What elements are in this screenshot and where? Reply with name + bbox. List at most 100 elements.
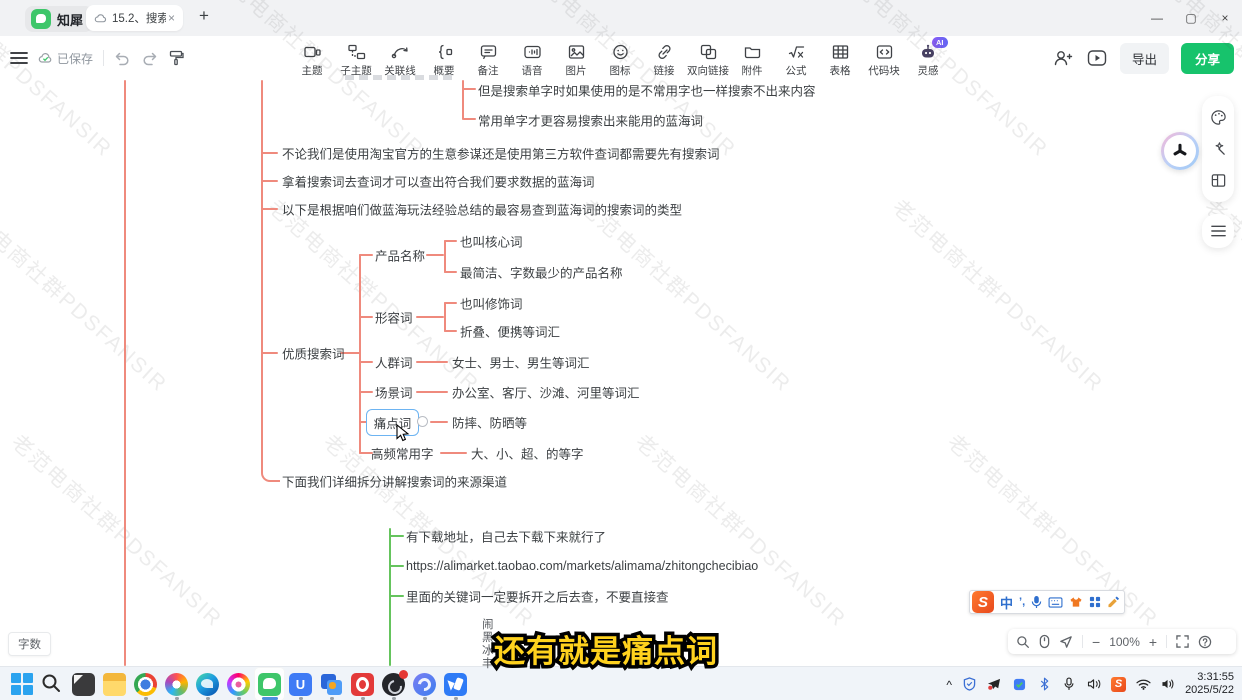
- share-button[interactable]: 分享: [1181, 43, 1234, 74]
- mindmap-node[interactable]: 下面我们详细拆分讲解搜索词的来源渠道: [282, 472, 507, 491]
- taskbar-windows-overlap-app[interactable]: [316, 667, 347, 700]
- toolbar-item-summary[interactable]: 概要: [422, 38, 466, 78]
- toolbar-item-image[interactable]: 图片: [554, 38, 598, 78]
- mindmap-node-selected[interactable]: 痛点词: [366, 409, 419, 436]
- zoom-in-button[interactable]: +: [1149, 635, 1157, 649]
- fit-screen-icon[interactable]: [1176, 635, 1189, 648]
- collapse-handle[interactable]: [417, 416, 428, 427]
- wifi-icon[interactable]: [1135, 679, 1151, 690]
- tray-chevron-icon[interactable]: ^: [946, 678, 952, 692]
- maximize-button[interactable]: ▢: [1174, 0, 1208, 36]
- mindmap-node[interactable]: 也叫核心词: [460, 232, 523, 251]
- taskbar-obs-studio[interactable]: [378, 667, 409, 700]
- zoom-out-button[interactable]: −: [1092, 635, 1100, 649]
- toolbar-item-formula[interactable]: 公式: [774, 38, 818, 78]
- toolbar-item-bilink[interactable]: 双向链接: [686, 38, 730, 78]
- mindmap-node[interactable]: https://alimarket.taobao.com/markets/ali…: [406, 559, 758, 573]
- document-tab[interactable]: 15.2、搜索... ×: [86, 5, 183, 31]
- undo-icon[interactable]: [114, 51, 131, 66]
- mindmap-node[interactable]: 形容词: [375, 308, 413, 327]
- taskbar-paper-plane-app[interactable]: [440, 667, 471, 700]
- mindmap-node[interactable]: 场景词: [375, 383, 413, 402]
- redo-icon[interactable]: [141, 51, 158, 66]
- presentation-icon[interactable]: [1086, 48, 1108, 68]
- taskbar-dark-app[interactable]: [68, 667, 99, 700]
- ime-punct-toggle[interactable]: ’,: [1019, 596, 1025, 608]
- bluetooth-icon[interactable]: [1036, 677, 1052, 691]
- mindmap-node[interactable]: 以下是根据咱们做蓝海玩法经验总结的最容易查到蓝海词的搜索词的类型: [282, 200, 682, 219]
- toolbar-item-code[interactable]: 代码块: [862, 38, 906, 78]
- new-tab-button[interactable]: +: [199, 6, 209, 26]
- tab-close-icon[interactable]: ×: [166, 11, 177, 25]
- ime-mic-icon[interactable]: [1031, 595, 1042, 609]
- app-logo[interactable]: 知犀: [25, 6, 93, 32]
- mindmap-node[interactable]: 拿着搜索词去查词才可以查出符合我们要求数据的蓝海词: [282, 172, 595, 191]
- taskbar-start-button[interactable]: [6, 667, 37, 700]
- mindmap-canvas[interactable]: [0, 80, 1242, 666]
- layout-icon[interactable]: [1210, 172, 1227, 189]
- taskbar-clock[interactable]: 3:31:55 2025/5/22: [1185, 671, 1238, 697]
- mindmap-node[interactable]: 优质搜索词: [282, 344, 345, 363]
- mindmap-node[interactable]: 但是搜索单字时如果使用的是不常用字也一样搜索不出来内容: [478, 81, 816, 100]
- taskbar-u-app[interactable]: U: [285, 667, 316, 700]
- mindmap-node[interactable]: 女士、男士、男生等词汇: [452, 353, 590, 372]
- taskbar-file-explorer[interactable]: [99, 667, 130, 700]
- toolbar-item-topic[interactable]: 主题: [290, 38, 334, 78]
- mindmap-node[interactable]: 产品名称: [375, 246, 425, 265]
- mindmap-node[interactable]: 最简洁、字数最少的产品名称: [460, 263, 623, 282]
- mindmap-node[interactable]: 大、小、超、的等字: [471, 444, 584, 463]
- palette-icon[interactable]: [1210, 109, 1227, 126]
- toolbar-item-attachment[interactable]: 附件: [730, 38, 774, 78]
- toolbar-item-relation[interactable]: 关联线: [378, 38, 422, 78]
- ime-lang-toggle[interactable]: 中: [1000, 593, 1013, 612]
- sogou-tray-icon[interactable]: S: [1111, 677, 1126, 692]
- taskbar-edge-browser[interactable]: [192, 667, 223, 700]
- toolbar-item-link[interactable]: 链接: [642, 38, 686, 78]
- taskbar-taskbar-search[interactable]: [37, 667, 68, 700]
- taskbar-colorful-browser[interactable]: [161, 667, 192, 700]
- toolbar-item-voice[interactable]: 语音: [510, 38, 554, 78]
- taskbar-zhixi-app[interactable]: [254, 667, 285, 700]
- ai-assistant-button[interactable]: [1161, 132, 1199, 170]
- collaborate-icon[interactable]: [1052, 48, 1074, 68]
- minimize-button[interactable]: —: [1140, 0, 1174, 36]
- sogou-logo-icon[interactable]: S: [972, 591, 994, 613]
- toolbar-item-note[interactable]: 备注: [466, 38, 510, 78]
- zoom-level[interactable]: 100%: [1109, 635, 1140, 649]
- help-icon[interactable]: [1198, 635, 1212, 649]
- hamburger-menu-icon[interactable]: [10, 51, 28, 65]
- taskbar-red-o-app[interactable]: [347, 667, 378, 700]
- mindmap-node[interactable]: 办公室、客厅、沙滩、河里等词汇: [452, 383, 640, 402]
- toolbar-item-icon[interactable]: 图标: [598, 38, 642, 78]
- taskbar-media-app[interactable]: [223, 667, 254, 700]
- magic-wand-icon[interactable]: [1210, 140, 1227, 157]
- mindmap-node[interactable]: 高频常用字: [371, 444, 434, 463]
- locate-center-icon[interactable]: [1059, 635, 1073, 649]
- mindmap-node[interactable]: 不论我们是使用淘宝官方的生意参谋还是使用第三方软件查词都需要先有搜索词: [282, 144, 720, 163]
- format-painter-icon[interactable]: [168, 50, 184, 66]
- search-canvas-icon[interactable]: [1016, 635, 1030, 649]
- ime-tools-icon[interactable]: [1107, 596, 1121, 608]
- mindmap-node[interactable]: 也叫修饰词: [460, 294, 523, 313]
- taskbar-ring-app[interactable]: [409, 667, 440, 700]
- ime-skin-shirt-icon[interactable]: [1069, 596, 1083, 608]
- drag-mode-icon[interactable]: [1039, 634, 1050, 649]
- mindmap-node[interactable]: 防摔、防晒等: [452, 413, 527, 432]
- defender-shield-icon[interactable]: [961, 677, 977, 691]
- ime-keyboard-icon[interactable]: [1048, 597, 1063, 608]
- taskbar-chrome-browser[interactable]: [130, 667, 161, 700]
- volume-icon[interactable]: [1160, 678, 1176, 690]
- toolbar-item-table[interactable]: 表格: [818, 38, 862, 78]
- mindmap-node[interactable]: 折叠、便携等词汇: [460, 322, 560, 341]
- green-utility-icon[interactable]: [1011, 678, 1027, 691]
- mindmap-node[interactable]: 常用单字才更容易搜索出来能用的蓝海词: [478, 111, 703, 130]
- tray-mic-icon[interactable]: [1061, 677, 1077, 691]
- ime-apps-grid-icon[interactable]: [1089, 596, 1101, 608]
- toolbar-item-subtopic[interactable]: 子主题: [334, 38, 378, 78]
- mindmap-node[interactable]: 人群词: [375, 353, 413, 372]
- export-button[interactable]: 导出: [1120, 43, 1169, 74]
- mindmap-node[interactable]: 里面的关键词一定要拆开之后去查，不要直接查: [406, 587, 669, 606]
- outline-list-icon[interactable]: [1210, 224, 1227, 238]
- audio-device-icon[interactable]: [1086, 678, 1102, 690]
- toolbar-item-inspiration[interactable]: AI灵感: [906, 38, 950, 78]
